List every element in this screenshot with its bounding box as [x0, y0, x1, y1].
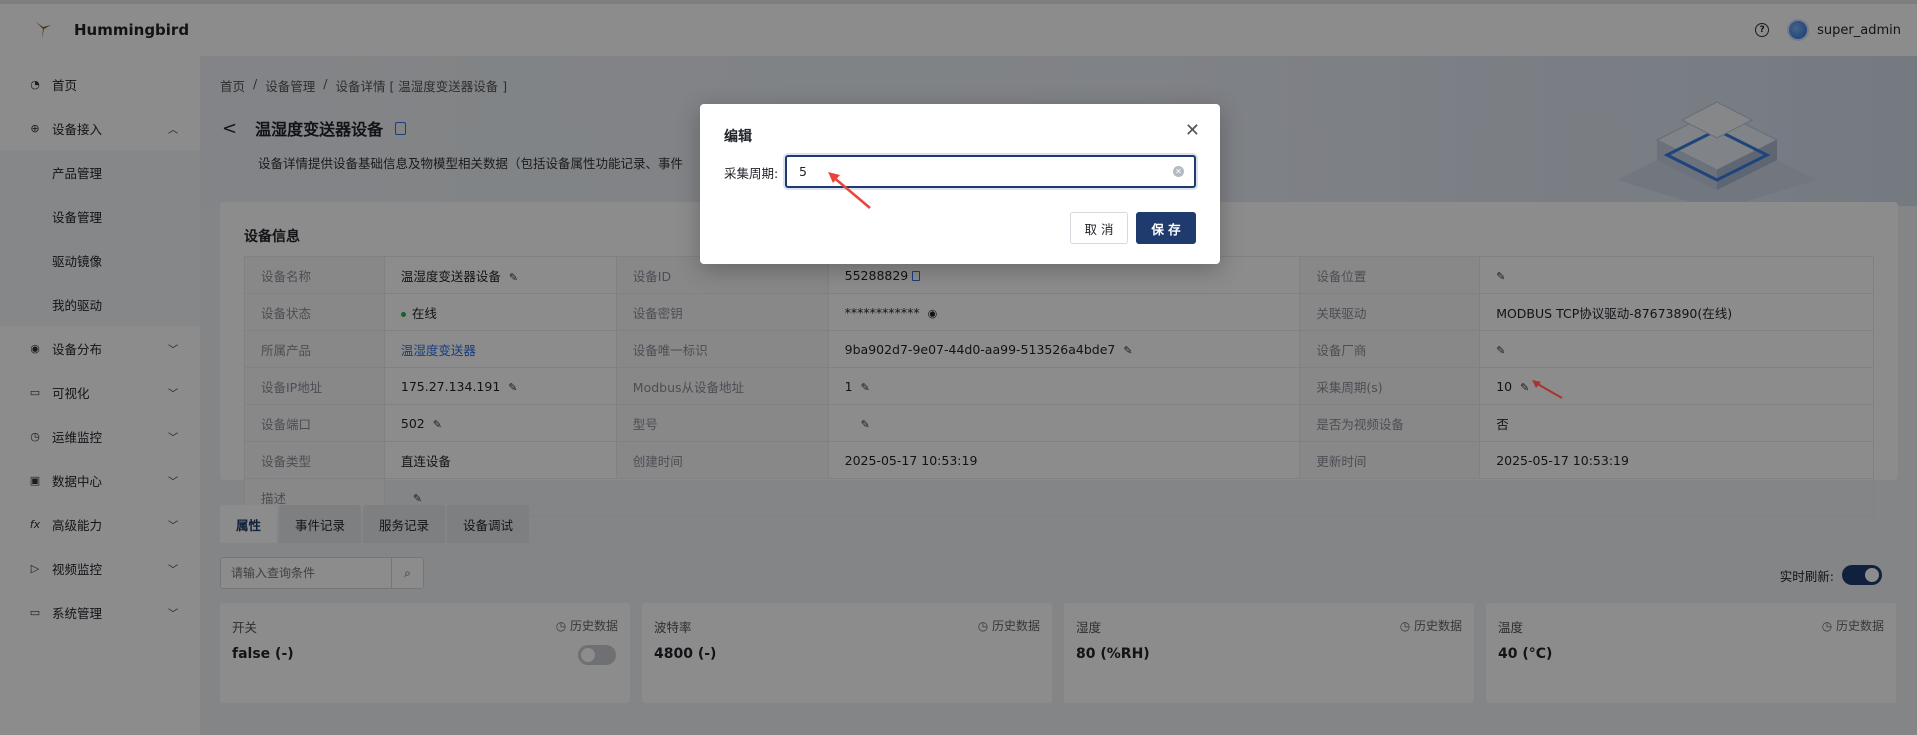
- collection-period-input[interactable]: [799, 164, 1173, 179]
- edit-modal: 编辑 ✕ 采集周期: ✕ 取 消 保 存: [700, 104, 1220, 264]
- clear-input-icon[interactable]: ✕: [1173, 166, 1184, 177]
- cancel-button[interactable]: 取 消: [1070, 212, 1128, 244]
- collection-period-label: 采集周期:: [724, 166, 779, 181]
- close-icon[interactable]: ✕: [1185, 120, 1200, 141]
- save-button[interactable]: 保 存: [1136, 212, 1196, 244]
- modal-title: 编辑: [724, 129, 752, 145]
- collection-period-field: ✕: [785, 155, 1196, 188]
